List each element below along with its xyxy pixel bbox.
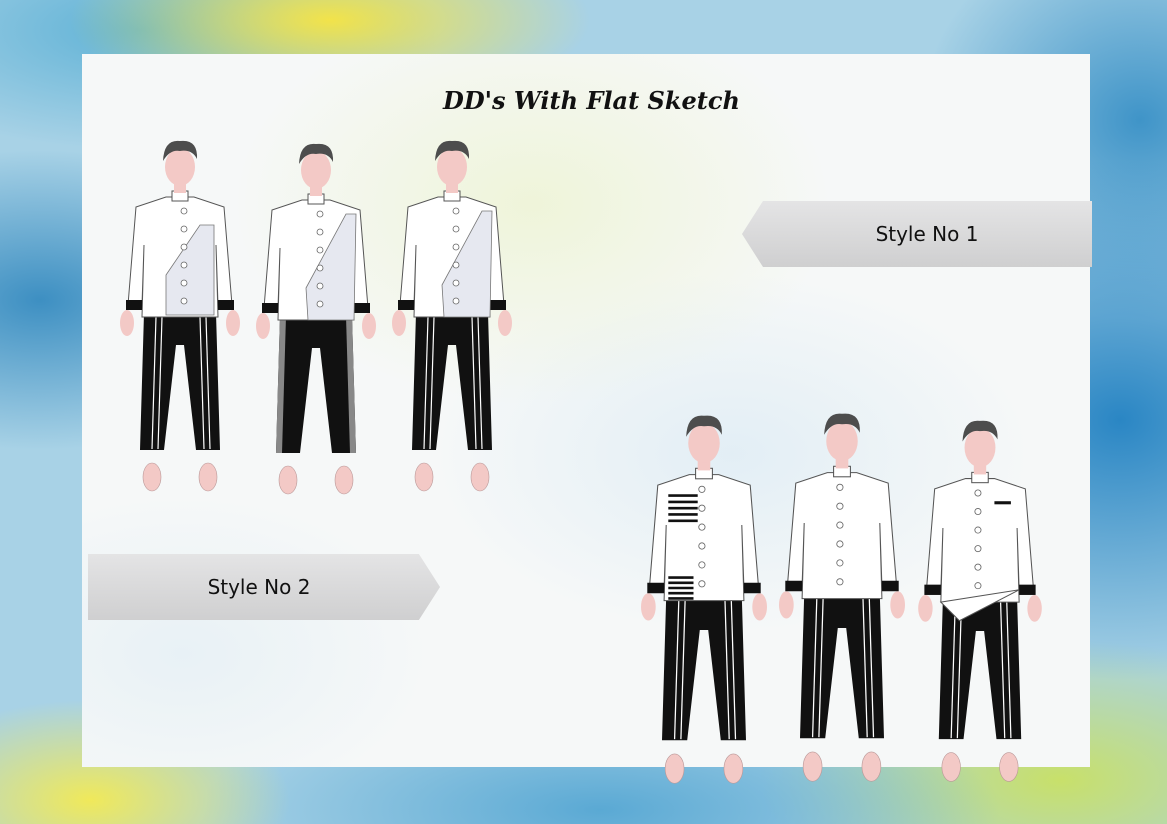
figure-6 [918,420,1042,782]
figure-4 [641,415,767,784]
figure-2 [256,143,376,495]
figure-5 [779,413,905,782]
figure-3 [392,140,512,492]
figure-1 [120,140,240,492]
fashion-figures [120,140,1042,784]
